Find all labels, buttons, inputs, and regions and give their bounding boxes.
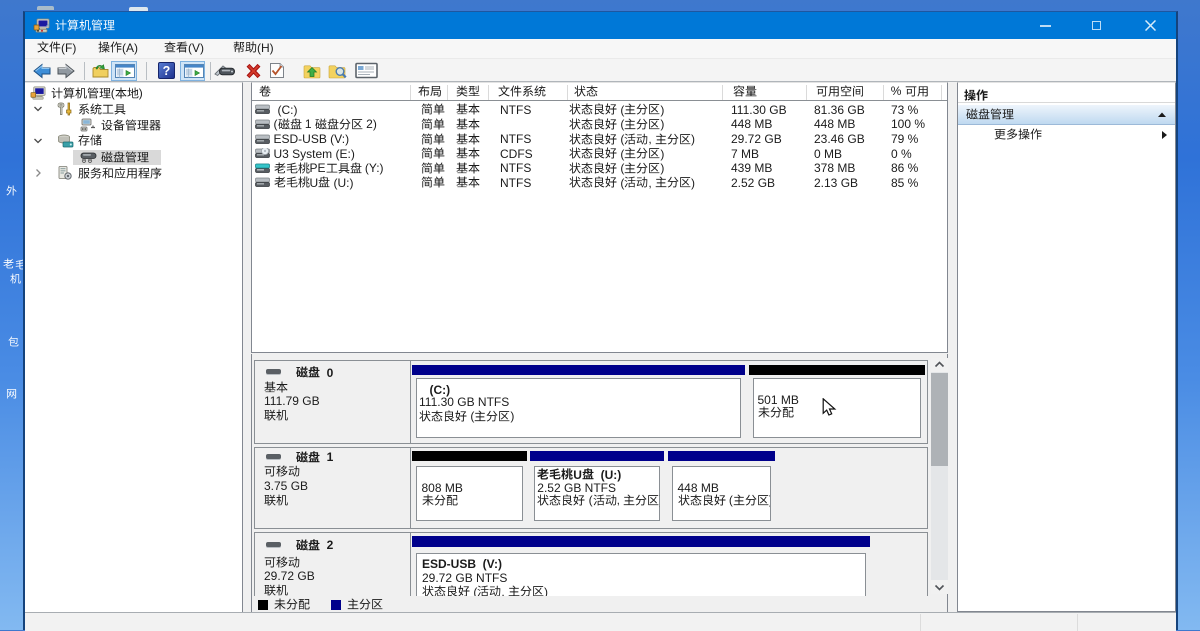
- svg-text:?: ?: [163, 64, 171, 78]
